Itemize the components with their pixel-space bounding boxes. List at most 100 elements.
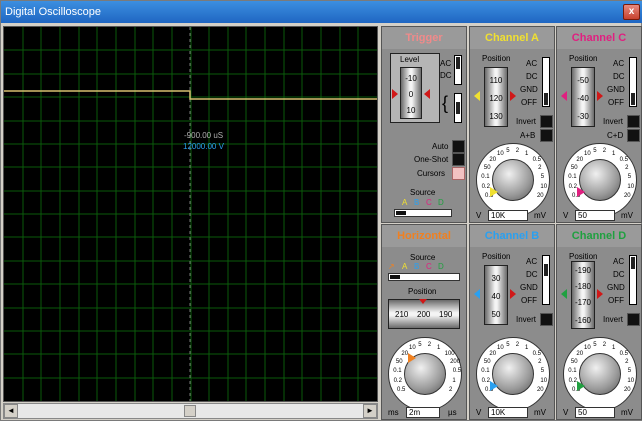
cursors-label: Cursors <box>417 169 446 178</box>
horizontal-unit-us: µs <box>448 408 457 417</box>
channel-c-position-drum[interactable]: -50 -40 -30 <box>571 67 595 127</box>
channel-b-coupling-switch[interactable] <box>542 255 550 305</box>
trigger-title: Trigger <box>382 27 466 49</box>
dial-scale-label: 10 <box>627 378 635 384</box>
auto-label: Auto <box>432 142 449 151</box>
dial-scale-label: 20 <box>489 157 497 164</box>
cursors-button[interactable] <box>452 167 465 180</box>
scroll-thumb[interactable] <box>184 405 196 417</box>
channel-d-position-drum[interactable]: -190 -180 -170 -160 <box>571 261 595 329</box>
horizontal-source-a[interactable]: A <box>402 262 407 271</box>
channel-d-volts-knob[interactable] <box>579 353 621 395</box>
trigger-level-marker-icon <box>392 89 398 99</box>
channel-a-volts-field[interactable]: 10K <box>488 210 528 221</box>
channel-b-volts-field[interactable]: 10K <box>488 407 528 418</box>
drum-value: 130 <box>489 112 503 121</box>
dial-scale-label: 20 <box>536 387 544 393</box>
trigger-ac-label: AC <box>440 59 452 68</box>
horizontal-source-slider[interactable] <box>388 273 460 281</box>
drum-value: 30 <box>491 274 501 283</box>
horizontal-time-field[interactable]: 2m <box>406 407 440 418</box>
dial-scale-label: 5 <box>627 174 632 181</box>
horizontal-scrollbar[interactable]: ◄ ► <box>3 403 378 419</box>
drum-value: 0 <box>408 90 414 99</box>
channel-d-ac-label: AC <box>613 257 625 266</box>
dial-scale-label: 50 <box>570 359 578 366</box>
dial-scale-label: 2 <box>427 342 432 349</box>
channel-c-panel: Channel C Position -50 -40 -30 AC DC GND… <box>556 26 642 223</box>
channel-c-invert-label: Invert <box>603 117 624 126</box>
trigger-source-d[interactable]: D <box>438 198 444 207</box>
channel-d-dc-label: DC <box>613 270 625 279</box>
dial-scale-label: 0.5 <box>532 157 541 164</box>
dial-scale-label: 10 <box>584 345 591 352</box>
channel-a-coupling-switch[interactable] <box>542 57 550 107</box>
channel-d-coupling-switch[interactable] <box>629 255 637 305</box>
dial-scale-label: 20 <box>623 193 631 199</box>
slider-knob[interactable] <box>390 275 400 279</box>
dial-scale-label: 50 <box>570 165 578 172</box>
trigger-source-a[interactable]: A <box>402 198 407 207</box>
dial-scale-label: 0.5 <box>452 368 462 375</box>
dial-scale-label: 5 <box>627 368 632 375</box>
trigger-coupling-switch[interactable] <box>454 55 462 85</box>
channel-d-invert-button[interactable] <box>627 313 640 326</box>
channel-a-knob-pointer-icon <box>490 187 498 197</box>
channel-a-aplusb-button[interactable] <box>540 129 553 142</box>
horizontal-source-c[interactable]: C <box>426 262 432 271</box>
horizontal-source-b[interactable]: B <box>414 262 419 271</box>
oscilloscope-window: Digital Oscilloscope x -900.00 uS 12000.… <box>0 0 642 421</box>
channel-a-gnd-label: GND <box>520 85 538 94</box>
drum-value: 50 <box>491 310 501 319</box>
channel-d-title: Channel D <box>557 225 641 247</box>
channel-c-coupling-switch[interactable] <box>629 57 637 107</box>
horizontal-source-d[interactable]: D <box>438 262 444 271</box>
dial-scale-label: 50 <box>395 359 403 366</box>
channel-b-position-drum[interactable]: 30 40 50 <box>484 265 508 325</box>
dial-scale-label: 5 <box>506 148 510 155</box>
dial-scale-label: 5 <box>540 174 545 181</box>
dial-scale-label: 2 <box>602 342 607 349</box>
dial-scale-label: 0.1 <box>481 368 490 375</box>
channel-d-volts-field[interactable]: 50 <box>575 407 615 418</box>
channel-b-volts-knob[interactable] <box>492 353 534 395</box>
channel-a-ac-label: AC <box>526 59 538 68</box>
dial-scale-label: 1 <box>452 378 456 384</box>
auto-button[interactable] <box>452 140 465 153</box>
window-title: Digital Oscilloscope <box>5 6 101 18</box>
channel-b-unit-v: V <box>476 408 482 417</box>
dial-scale-label: 2 <box>602 148 607 155</box>
channel-a-invert-button[interactable] <box>540 115 553 128</box>
dial-scale-label: 10 <box>497 345 504 352</box>
channel-a-volts-knob[interactable] <box>492 159 534 201</box>
scroll-right-button[interactable]: ► <box>363 404 377 418</box>
channel-a-position-drum[interactable]: 110 120 130 <box>484 67 508 127</box>
drum-value: 120 <box>489 94 503 103</box>
close-button[interactable]: x <box>623 4 640 20</box>
dial-scale-label: 10 <box>497 151 504 158</box>
trigger-level-marker-icon <box>424 89 430 99</box>
dial-scale-label: 2 <box>625 359 629 366</box>
channel-b-marker-icon <box>474 289 480 299</box>
trigger-level-drum[interactable]: -10 0 10 <box>400 67 422 119</box>
channel-c-volts-knob[interactable] <box>579 159 621 201</box>
trigger-source-slider[interactable] <box>394 209 452 217</box>
one-shot-label: One-Shot <box>414 155 449 164</box>
scroll-left-button[interactable]: ◄ <box>4 404 18 418</box>
slider-knob[interactable] <box>396 211 406 215</box>
one-shot-button[interactable] <box>452 153 465 166</box>
horizontal-source-ext-icon: ↗ <box>388 262 395 271</box>
drum-value: -30 <box>577 112 589 121</box>
channel-d-position-label: Position <box>569 252 598 261</box>
dial-scale-label: 2 <box>538 359 542 366</box>
channel-c-ref-icon <box>597 91 603 101</box>
channel-d-knob-pointer-icon <box>577 381 585 391</box>
channel-c-invert-button[interactable] <box>627 115 640 128</box>
channel-b-invert-button[interactable] <box>540 313 553 326</box>
trigger-source-c[interactable]: C <box>426 198 432 207</box>
channel-c-unit-v: V <box>563 211 569 220</box>
trigger-source-b[interactable]: B <box>414 198 419 207</box>
channel-c-volts-field[interactable]: 50 <box>575 210 615 221</box>
trigger-edge-switch[interactable] <box>454 93 462 123</box>
channel-c-cplusd-button[interactable] <box>627 129 640 142</box>
